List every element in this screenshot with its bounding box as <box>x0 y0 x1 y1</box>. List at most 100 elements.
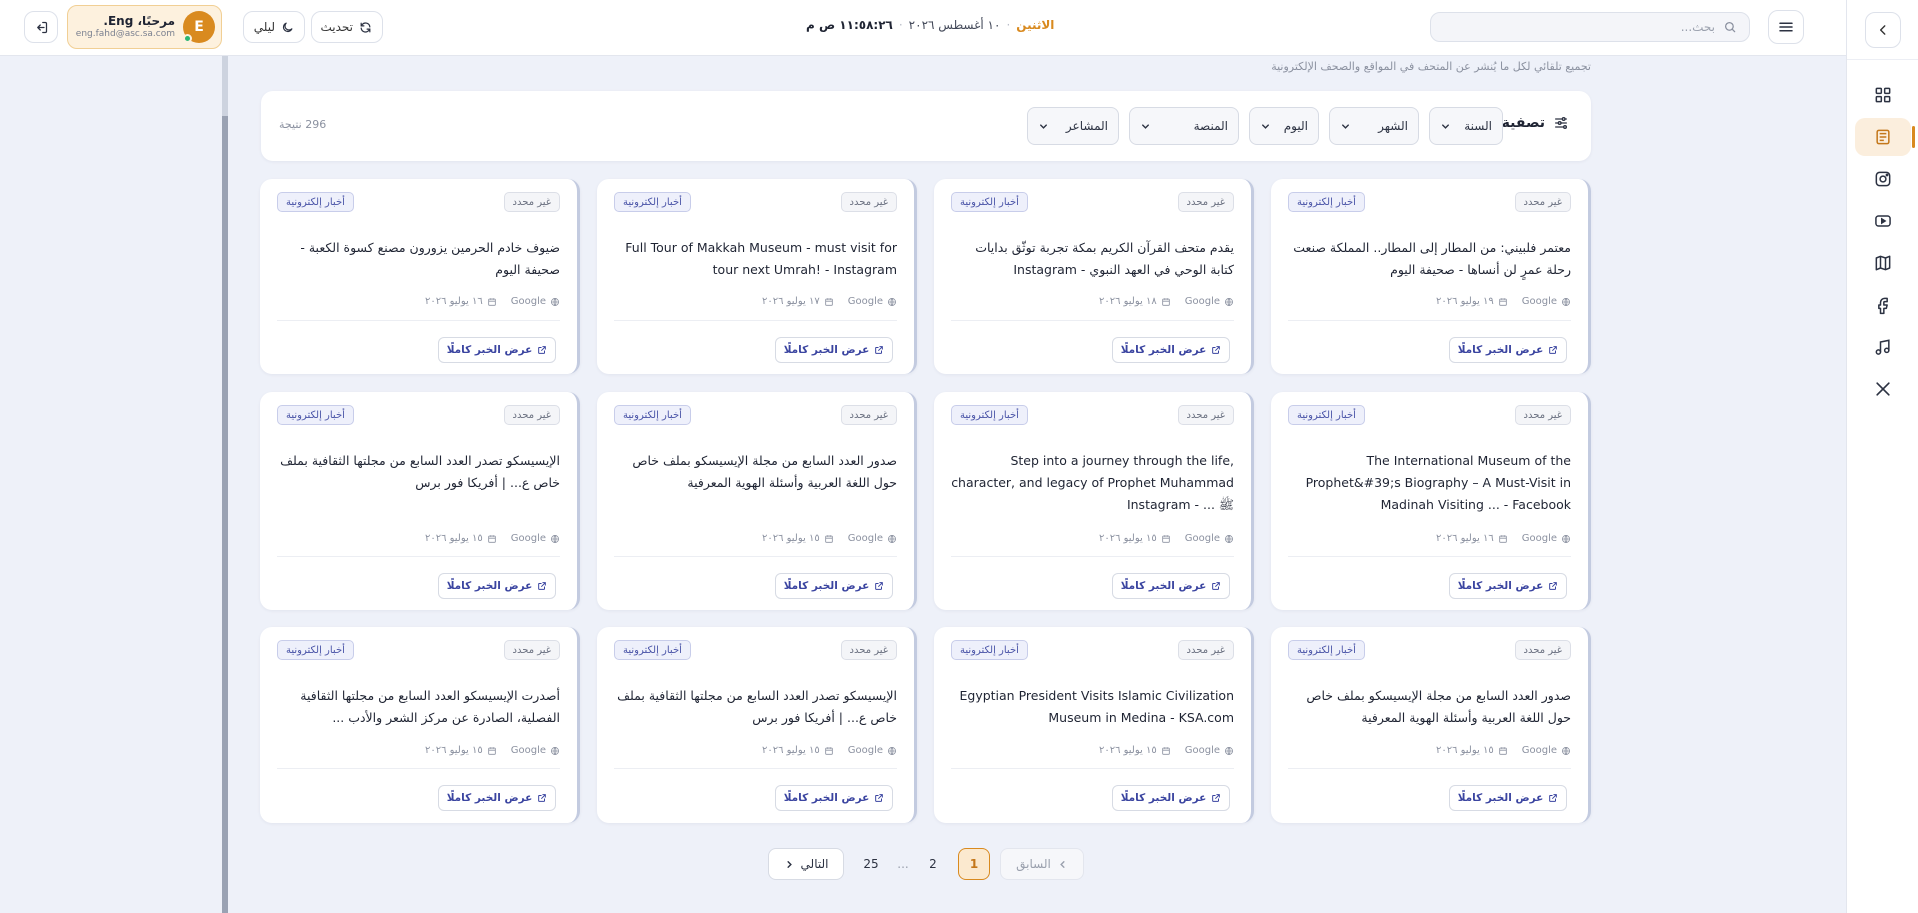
scrollbar-thumb[interactable] <box>222 116 228 913</box>
view-full-news-button[interactable]: عرض الخبر كاملًا <box>1112 337 1230 363</box>
news-source: Google <box>1184 296 1220 307</box>
news-meta: Google ١٥ يوليو ٢٠٢٦ <box>425 533 560 544</box>
news-card: غير محدد أخبار إلكترونية معتمر فلبيني: من … <box>1271 179 1591 374</box>
external-link-icon <box>874 345 884 355</box>
news-title: ضيوف خادم الحرمين يزورون مصنع كسوة الكعب… <box>300 240 560 277</box>
sidebar-item-news[interactable] <box>1855 118 1915 156</box>
card-divider <box>1288 320 1571 321</box>
news-source: Google <box>847 296 883 307</box>
news-title: The International Museum of the Prophet&… <box>1305 453 1571 512</box>
x-icon <box>1873 379 1893 399</box>
view-full-news-button[interactable]: عرض الخبر كاملًا <box>775 785 893 811</box>
date-time-display: الاثنين · ١٠ أغسطس ٢٠٢٦ · ١١:٥٨:٢٦ ص م <box>806 18 1055 32</box>
status-badge: غير محدد <box>503 192 560 212</box>
search-input[interactable] <box>1443 20 1715 34</box>
platform-select[interactable]: المنصة <box>1129 107 1239 145</box>
status-badge: غير محدد <box>1177 192 1234 212</box>
news-meta: Google ١٥ يوليو ٢٠٢٦ <box>1436 745 1571 756</box>
globe-icon <box>1224 297 1234 307</box>
sidebar-item-map[interactable] <box>1855 244 1911 282</box>
online-status-dot <box>183 34 192 43</box>
news-source: Google <box>1184 533 1220 544</box>
view-full-news-button[interactable]: عرض الخبر كاملًا <box>438 785 556 811</box>
current-date: ١٠ أغسطس ٢٠٢٦ <box>908 18 1001 32</box>
external-link-icon <box>1211 793 1221 803</box>
day-select[interactable]: اليوم <box>1249 107 1319 145</box>
calendar-icon <box>1498 746 1508 756</box>
next-page-button[interactable]: التالي <box>768 848 844 880</box>
type-badge: أخبار إلكترونية <box>1288 405 1365 425</box>
external-link-icon <box>1211 581 1221 591</box>
card-divider <box>277 320 560 321</box>
view-full-news-button[interactable]: عرض الخبر كاملًا <box>1449 337 1567 363</box>
newspaper-icon <box>1873 127 1893 147</box>
sidebar-item-x[interactable] <box>1855 370 1911 408</box>
moon-icon <box>281 21 294 34</box>
status-badge: غير محدد <box>1177 405 1234 425</box>
news-title: الإيسيسكو تصدر العدد السابع من مجلتها ال… <box>280 453 560 490</box>
type-badge: أخبار إلكترونية <box>277 405 354 425</box>
news-title: صدور العدد السابع من مجلة الإيسيسكو بملف… <box>632 453 897 490</box>
news-title: Step into a journey through the life, ch… <box>951 453 1234 512</box>
logout-button[interactable] <box>24 11 58 43</box>
sidebar-item-dashboard[interactable] <box>1855 76 1911 114</box>
calendar-icon <box>824 534 834 544</box>
card-divider <box>277 556 560 557</box>
type-badge: أخبار إلكترونية <box>951 640 1028 660</box>
news-meta: Google ١٦ يوليو ٢٠٢٦ <box>1436 533 1571 544</box>
page-subtitle: تجميع تلقائي لكل ما يُنشر عن المتحف في ا… <box>1271 60 1591 73</box>
chevron-down-icon <box>1140 121 1151 132</box>
card-divider <box>277 768 560 769</box>
view-full-news-button[interactable]: عرض الخبر كاملًا <box>438 573 556 599</box>
status-badge: غير محدد <box>1177 640 1234 660</box>
refresh-button[interactable]: تحديث <box>311 11 383 43</box>
news-card: غير محدد أخبار إلكترونية صدور العدد السابع… <box>1271 627 1591 823</box>
news-source: Google <box>847 533 883 544</box>
news-source: Google <box>1521 296 1557 307</box>
globe-icon <box>887 297 897 307</box>
results-count: 296 نتيجة <box>279 118 327 131</box>
news-date: ١٥ يوليو ٢٠٢٦ <box>1098 745 1157 756</box>
external-link-icon <box>1548 793 1558 803</box>
user-profile[interactable]: E مرحبًا، Eng. eng.fahd@asc.sa.com <box>67 5 222 49</box>
status-badge: غير محدد <box>840 192 897 212</box>
card-divider <box>951 768 1234 769</box>
view-full-news-button[interactable]: عرض الخبر كاملًا <box>775 573 893 599</box>
news-meta: Google ١٩ يوليو ٢٠٢٦ <box>1436 296 1571 307</box>
view-full-news-button[interactable]: عرض الخبر كاملًا <box>1449 785 1567 811</box>
sidebar-item-tiktok[interactable] <box>1855 328 1911 366</box>
view-full-news-button[interactable]: عرض الخبر كاملًا <box>775 337 893 363</box>
sidebar-item-instagram[interactable] <box>1855 160 1911 198</box>
news-title: الإيسيسكو تصدر العدد السابع من مجلتها ال… <box>617 688 897 725</box>
external-link-icon <box>874 793 884 803</box>
card-divider <box>951 556 1234 557</box>
top-bar: الاثنين · ١٠ أغسطس ٢٠٢٦ · ١١:٥٨:٢٦ ص م ت… <box>0 0 1846 56</box>
globe-icon <box>1224 746 1234 756</box>
view-full-news-button[interactable]: عرض الخبر كاملًا <box>1449 573 1567 599</box>
night-mode-button[interactable]: ليلي <box>243 11 305 43</box>
news-source: Google <box>1184 745 1220 756</box>
page-number[interactable]: 2 <box>918 848 948 880</box>
month-select[interactable]: الشهر <box>1329 107 1419 145</box>
sentiment-select[interactable]: المشاعر <box>1027 107 1119 145</box>
news-source: Google <box>847 745 883 756</box>
page-ellipsis: ... <box>897 857 909 871</box>
news-date: ١٦ يوليو ٢٠٢٦ <box>1435 533 1494 544</box>
user-greeting: مرحبًا، Eng. <box>103 14 175 29</box>
filter-bar: تصفية السنة الشهر اليوم المنصة المشاعر 2… <box>261 91 1591 161</box>
view-full-news-button[interactable]: عرض الخبر كاملًا <box>438 337 556 363</box>
sidebar-collapse-button[interactable] <box>1864 11 1901 48</box>
external-link-icon <box>874 581 884 591</box>
type-badge: أخبار إلكترونية <box>1288 640 1365 660</box>
page-number[interactable]: 25 <box>856 848 886 880</box>
view-full-news-button[interactable]: عرض الخبر كاملًا <box>1112 785 1230 811</box>
page-number-current[interactable]: 1 <box>958 848 990 880</box>
menu-button[interactable] <box>1768 10 1804 44</box>
view-full-news-button[interactable]: عرض الخبر كاملًا <box>1112 573 1230 599</box>
news-card: غير محدد أخبار إلكترونية الإيسيسكو تصدر ال… <box>260 392 580 610</box>
sidebar-item-facebook[interactable] <box>1855 286 1911 324</box>
previous-page-button[interactable]: السابق <box>1000 848 1084 880</box>
sidebar-item-youtube[interactable] <box>1855 202 1911 240</box>
news-meta: Google ١٥ يوليو ٢٠٢٦ <box>762 745 897 756</box>
year-select[interactable]: السنة <box>1429 107 1503 145</box>
